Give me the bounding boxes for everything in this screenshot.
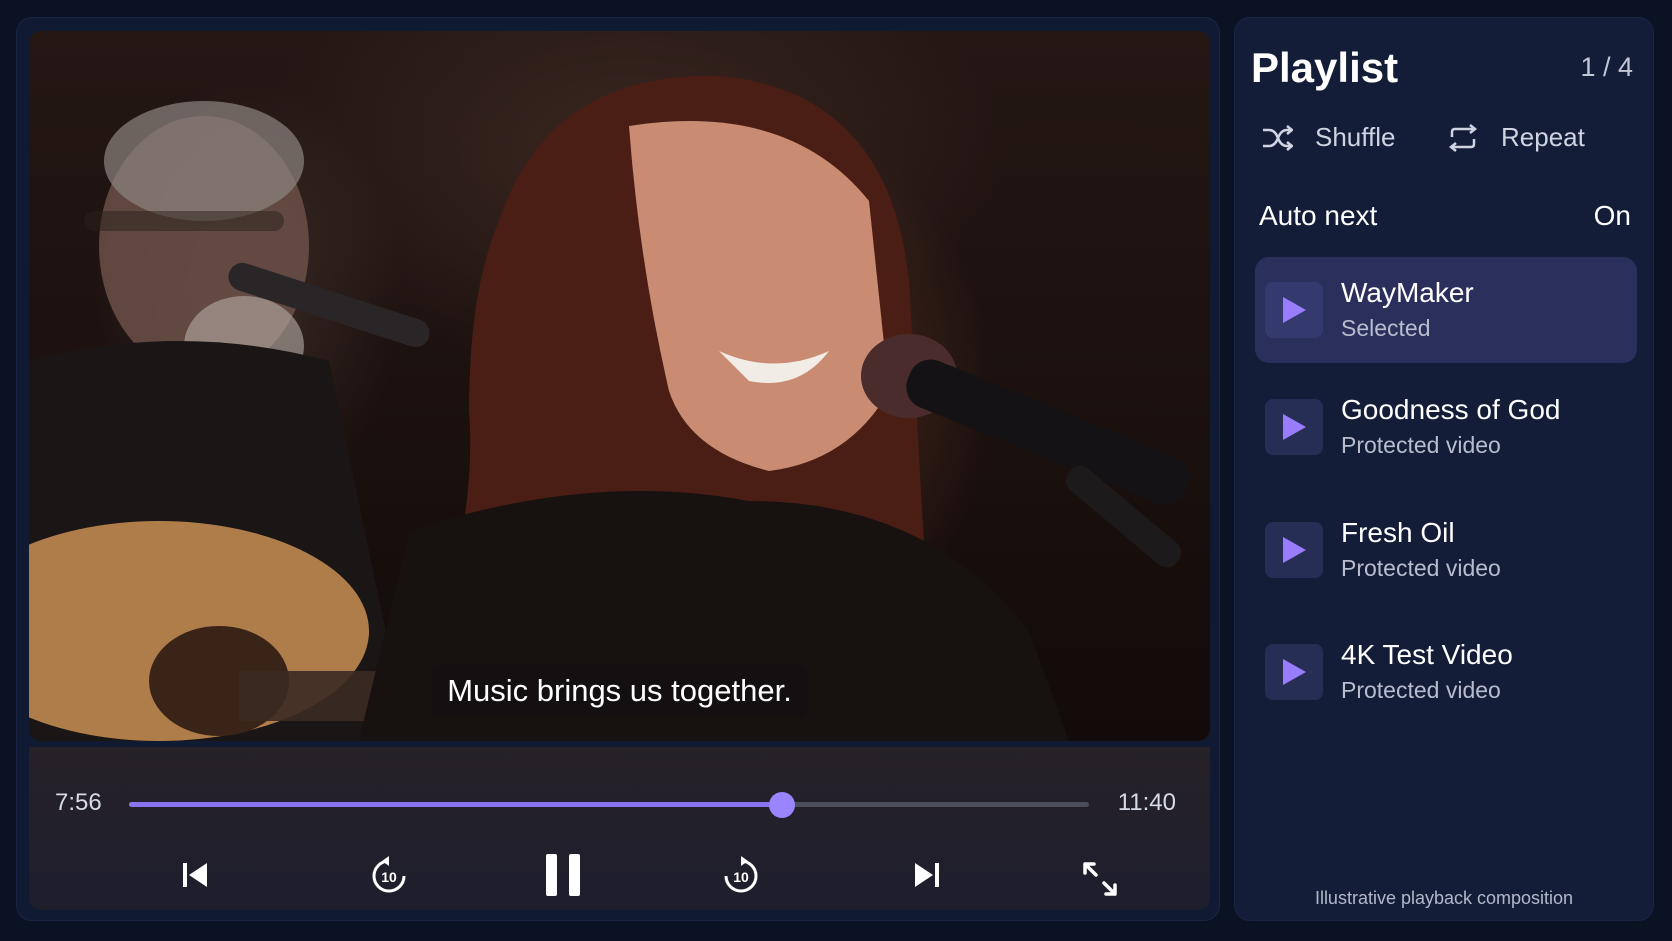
shuffle-button[interactable]: Shuffle — [1261, 122, 1395, 153]
fullscreen-button[interactable] — [1072, 851, 1128, 907]
forward-10-button[interactable]: 10 — [713, 847, 769, 903]
auto-next-toggle[interactable]: On — [1594, 200, 1631, 232]
playlist-title: Playlist — [1251, 44, 1399, 91]
item-title: Fresh Oil — [1341, 517, 1455, 548]
footnote: Illustrative playback composition — [1314, 888, 1574, 908]
auto-next-label: Auto next — [1259, 200, 1378, 231]
seek-handle[interactable] — [768, 792, 795, 818]
rewind-10-button[interactable]: 10 — [361, 847, 417, 903]
item-title: 4K Test Video — [1341, 639, 1513, 670]
item-thumbnail — [1265, 282, 1323, 338]
forward-10-icon: 10 — [724, 856, 758, 893]
item-thumbnail — [1265, 399, 1323, 455]
playlist-item[interactable]: Goodness of God Protected video — [1255, 374, 1637, 480]
item-status: Protected video — [1341, 555, 1501, 581]
item-thumbnail — [1265, 644, 1323, 700]
repeat-icon — [1448, 123, 1478, 152]
playlist-position: 1 / 4 — [1580, 52, 1633, 82]
seek-bar-progress — [129, 802, 782, 807]
next-icon — [915, 863, 939, 887]
repeat-label: Repeat — [1501, 122, 1585, 152]
rewind-10-icon: 10 — [372, 856, 406, 893]
playlist-item[interactable]: WayMaker Selected — [1255, 257, 1637, 363]
item-title: WayMaker — [1341, 277, 1474, 308]
duration-time: 11:40 — [1117, 789, 1176, 816]
item-status: Selected — [1341, 315, 1431, 341]
repeat-button[interactable]: Repeat — [1447, 122, 1585, 153]
play-icon — [1283, 414, 1306, 440]
svg-text:10: 10 — [733, 869, 749, 885]
play-icon — [1283, 537, 1306, 563]
pause-button[interactable] — [535, 847, 591, 903]
pause-icon — [546, 854, 580, 896]
fullscreen-icon — [1083, 862, 1117, 896]
playlist-panel: Playlist 1 / 4 Shuffle Repeat Auto next … — [1234, 17, 1654, 921]
item-status: Protected video — [1341, 677, 1501, 703]
playlist-item[interactable]: Fresh Oil Protected video — [1255, 497, 1637, 603]
subtitle-caption: Music brings us together. — [431, 665, 808, 717]
play-icon — [1283, 297, 1306, 323]
previous-button[interactable] — [167, 847, 223, 903]
previous-icon — [183, 863, 207, 887]
svg-text:10: 10 — [381, 869, 397, 885]
shuffle-label: Shuffle — [1315, 122, 1396, 152]
video-player: Music brings us together. 7:56 11:40 10 — [16, 17, 1220, 921]
video-frame[interactable]: Music brings us together. — [29, 31, 1210, 741]
playback-controls: 7:56 11:40 10 10 — [29, 747, 1210, 910]
playlist-item[interactable]: 4K Test Video Protected video — [1255, 619, 1637, 725]
item-thumbnail — [1265, 522, 1323, 578]
seek-bar[interactable] — [129, 792, 1089, 818]
play-icon — [1283, 659, 1306, 685]
item-status: Protected video — [1341, 432, 1501, 458]
shuffle-icon — [1263, 124, 1293, 151]
current-time: 7:56 — [55, 789, 102, 816]
next-button[interactable] — [899, 847, 955, 903]
item-title: Goodness of God — [1341, 394, 1561, 425]
video-scene — [29, 75, 1190, 741]
